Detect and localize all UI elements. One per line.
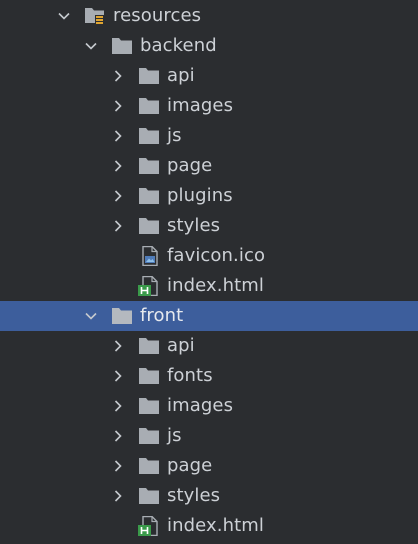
tree-node-backend[interactable]: backend [0,31,418,61]
tree-node-label: backend [140,35,217,56]
folder-icon [138,426,160,446]
tree-node-label: resources [113,5,202,26]
folder-icon [138,336,160,356]
tree-node-label: images [167,95,234,116]
folder-icon [138,96,160,116]
chevron-down-icon[interactable] [57,9,71,23]
tree-node-label: index.html [167,515,264,536]
chevron-right-icon[interactable] [111,99,125,113]
folder-icon [111,36,133,56]
tree-node-label: js [167,125,182,146]
tree-node-label: styles [167,215,221,236]
tree-node-backend-index-html[interactable]: index.html [0,271,418,301]
folder-icon [138,396,160,416]
chevron-down-icon[interactable] [84,309,98,323]
chevron-right-icon[interactable] [111,369,125,383]
tree-node-favicon[interactable]: favicon.ico [0,241,418,271]
folder-icon [138,216,160,236]
tree-node-label: index.html [167,275,264,296]
tree-node-resources[interactable]: resources [0,1,418,31]
tree-node-label: favicon.ico [167,245,266,266]
tree-node-label: js [167,425,182,446]
project-tree: resources backend api images js page plu… [0,1,418,541]
folder-icon [138,186,160,206]
tree-node-label: images [167,395,234,416]
tree-node-front[interactable]: front [0,301,418,331]
folder-icon [138,486,160,506]
tree-node-backend-plugins[interactable]: plugins [0,181,418,211]
chevron-right-icon[interactable] [111,219,125,233]
html-file-icon [138,276,160,296]
folder-icon [138,126,160,146]
tree-node-label: page [167,455,213,476]
tree-node-backend-page[interactable]: page [0,151,418,181]
tree-node-front-page[interactable]: page [0,451,418,481]
tree-node-label: plugins [167,185,233,206]
resources-folder-icon [84,6,106,26]
chevron-right-icon[interactable] [111,339,125,353]
folder-icon [138,156,160,176]
chevron-right-icon[interactable] [111,69,125,83]
folder-icon [111,306,133,326]
chevron-right-icon[interactable] [111,129,125,143]
folder-icon [138,66,160,86]
tree-node-front-api[interactable]: api [0,331,418,361]
tree-node-backend-js[interactable]: js [0,121,418,151]
folder-icon [138,456,160,476]
tree-node-label: front [140,305,184,326]
tree-node-front-images[interactable]: images [0,391,418,421]
chevron-right-icon[interactable] [111,399,125,413]
tree-node-backend-styles[interactable]: styles [0,211,418,241]
tree-node-front-js[interactable]: js [0,421,418,451]
tree-node-front-fonts[interactable]: fonts [0,361,418,391]
tree-node-label: api [167,335,195,356]
image-file-icon [140,246,162,266]
chevron-right-icon[interactable] [111,459,125,473]
chevron-down-icon[interactable] [84,39,98,53]
tree-node-backend-api[interactable]: api [0,61,418,91]
tree-node-label: fonts [167,365,213,386]
chevron-right-icon[interactable] [111,429,125,443]
tree-node-front-styles[interactable]: styles [0,481,418,511]
tree-node-label: api [167,65,195,86]
chevron-right-icon[interactable] [111,189,125,203]
tree-node-backend-images[interactable]: images [0,91,418,121]
chevron-right-icon[interactable] [111,159,125,173]
tree-node-label: page [167,155,213,176]
chevron-right-icon[interactable] [111,489,125,503]
html-file-icon [138,516,160,536]
tree-node-label: styles [167,485,221,506]
tree-node-front-index-html[interactable]: index.html [0,511,418,541]
folder-icon [138,366,160,386]
